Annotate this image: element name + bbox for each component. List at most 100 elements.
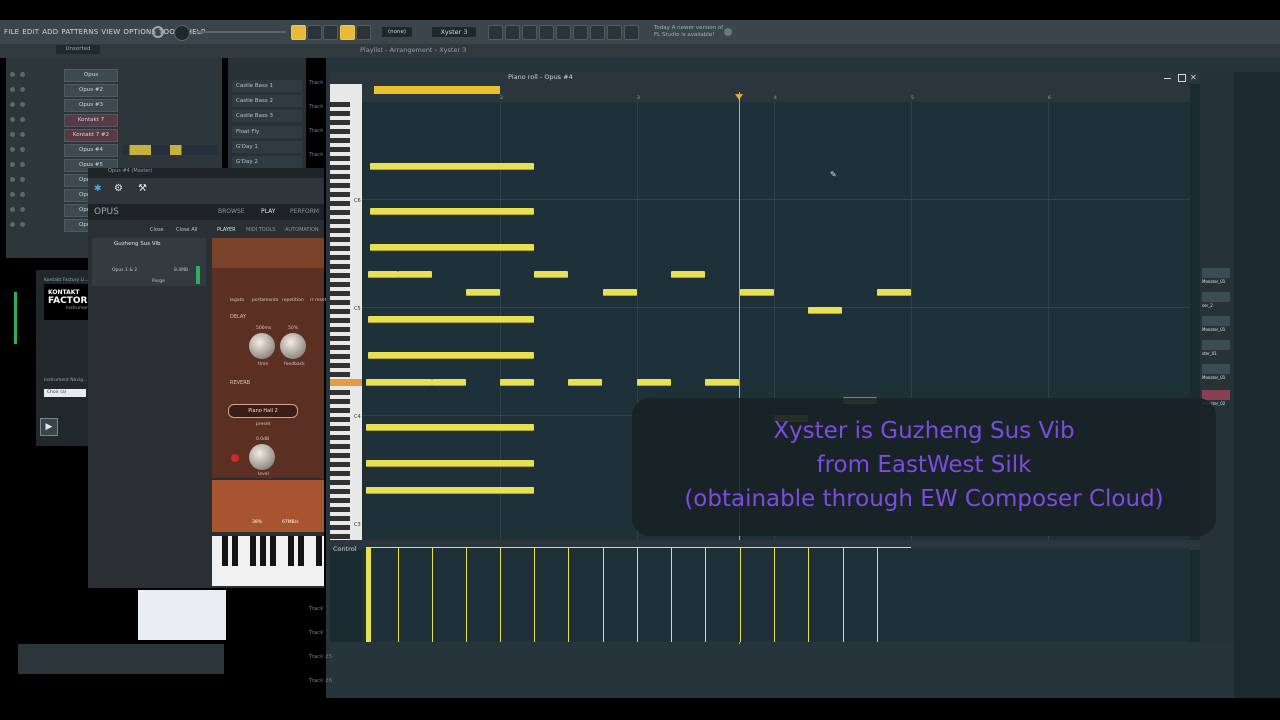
- playhead-marker-icon[interactable]: [735, 94, 743, 100]
- note[interactable]: [366, 487, 534, 494]
- purge-button[interactable]: Purge: [152, 279, 165, 284]
- browser-item[interactable]: Castle Bass 2: [232, 95, 302, 107]
- browser-item[interactable]: G'Day 1: [232, 141, 302, 153]
- black-keys[interactable]: [330, 102, 350, 540]
- maximize-icon[interactable]: [1178, 74, 1186, 82]
- note[interactable]: [671, 271, 705, 278]
- delay-time-knob[interactable]: [249, 333, 275, 359]
- note[interactable]: [637, 379, 671, 386]
- tab-play[interactable]: PLAY: [261, 208, 275, 215]
- note[interactable]: [568, 379, 602, 386]
- update-notice[interactable]: Today A newer version of FL Studio is av…: [654, 25, 723, 39]
- note[interactable]: [366, 424, 534, 431]
- menu-patterns[interactable]: PATTERNS: [61, 28, 98, 36]
- note[interactable]: [534, 271, 568, 278]
- metronome-icon[interactable]: [356, 25, 371, 40]
- mute-led[interactable]: [10, 102, 15, 107]
- black-key[interactable]: [316, 536, 322, 566]
- browser-item[interactable]: Castle Bass 3: [232, 110, 302, 122]
- velocity-bar[interactable]: [466, 548, 467, 642]
- velocity-bar[interactable]: [637, 548, 638, 642]
- tempo-icon[interactable]: [590, 25, 605, 40]
- mute-led[interactable]: [20, 87, 25, 92]
- note[interactable]: [466, 289, 500, 296]
- link-icon[interactable]: [340, 25, 355, 40]
- black-key[interactable]: [232, 536, 238, 566]
- channel-button[interactable]: Kontakt 7 #2: [64, 129, 118, 142]
- audio-clip[interactable]: Monster_01: [1202, 268, 1230, 284]
- channel-name-field[interactable]: Xyster 3: [432, 27, 476, 37]
- velocity-bar[interactable]: [534, 548, 535, 642]
- undo-icon[interactable]: [607, 25, 622, 40]
- note[interactable]: [398, 271, 432, 278]
- mute-led[interactable]: [10, 72, 15, 77]
- redo-icon[interactable]: [624, 25, 639, 40]
- master-pitch-slider[interactable]: [196, 31, 286, 33]
- piano-roll-titlebar[interactable]: [330, 72, 1200, 84]
- playlist-view-icon[interactable]: [488, 25, 503, 40]
- pattern-mode-button[interactable]: [291, 25, 306, 40]
- channel-button[interactable]: Kontakt 7: [64, 114, 118, 127]
- close-all-button[interactable]: Close All: [176, 227, 197, 233]
- piano-roll-view-icon[interactable]: [505, 25, 520, 40]
- note[interactable]: [705, 379, 739, 386]
- mute-led[interactable]: [10, 177, 15, 182]
- velocity-bar[interactable]: [843, 548, 844, 642]
- menu-edit[interactable]: EDIT: [22, 28, 39, 36]
- loop-region[interactable]: [374, 86, 500, 94]
- mute-led[interactable]: [20, 222, 25, 227]
- velocity-bar[interactable]: [705, 548, 706, 642]
- mute-led[interactable]: [10, 147, 15, 152]
- velocity-bar[interactable]: [398, 548, 399, 642]
- velocity-bar[interactable]: [500, 548, 501, 642]
- note[interactable]: [603, 289, 637, 296]
- loaded-instrument-panel[interactable]: Guzheng Sus Vib Opus 1 & 2 Purge 8.4MB: [92, 238, 206, 286]
- reverb-preset-selector[interactable]: Piano Hall 2: [228, 404, 298, 418]
- browser-item[interactable]: Castle Bass 1: [232, 80, 302, 92]
- note[interactable]: [368, 352, 534, 359]
- channel-button[interactable]: Opus #4: [64, 144, 118, 157]
- black-key[interactable]: [270, 536, 276, 566]
- audio-clip[interactable]: Monster_01: [1202, 364, 1230, 380]
- mute-led[interactable]: [20, 207, 25, 212]
- black-key[interactable]: [298, 536, 304, 566]
- channel-button[interactable]: Opus: [64, 69, 118, 82]
- velocity-bar[interactable]: [603, 548, 604, 642]
- black-key[interactable]: [288, 536, 294, 566]
- mute-led[interactable]: [20, 177, 25, 182]
- mute-led[interactable]: [10, 162, 15, 167]
- note[interactable]: [500, 379, 534, 386]
- black-key[interactable]: [260, 536, 266, 566]
- mute-led[interactable]: [20, 102, 25, 107]
- note[interactable]: [740, 289, 774, 296]
- note[interactable]: [432, 379, 466, 386]
- subtab-player[interactable]: PLAYER: [217, 227, 236, 233]
- note[interactable]: [368, 316, 534, 323]
- note[interactable]: [808, 307, 842, 314]
- note[interactable]: [370, 163, 534, 170]
- control-selector[interactable]: Control: [333, 545, 357, 553]
- plugin-gear-icon[interactable]: ⚙: [114, 183, 126, 195]
- mute-led[interactable]: [20, 147, 25, 152]
- note[interactable]: [366, 379, 432, 386]
- channel-button[interactable]: Opus #2: [64, 84, 118, 97]
- velocity-bar[interactable]: [671, 548, 672, 642]
- mute-led[interactable]: [10, 192, 15, 197]
- plugin-picker-icon[interactable]: [556, 25, 571, 40]
- menu-view[interactable]: VIEW: [101, 28, 120, 36]
- note[interactable]: [877, 289, 911, 296]
- black-key[interactable]: [222, 536, 228, 566]
- mute-led[interactable]: [10, 87, 15, 92]
- mute-led[interactable]: [10, 207, 15, 212]
- channel-button[interactable]: Opus #3: [64, 99, 118, 112]
- velocity-bar[interactable]: [740, 548, 741, 642]
- mute-led[interactable]: [10, 117, 15, 122]
- menu-file[interactable]: FILE: [4, 28, 19, 36]
- browser-view-icon[interactable]: [573, 25, 588, 40]
- audio-clip[interactable]: ster_01: [1202, 340, 1230, 356]
- mute-led[interactable]: [20, 117, 25, 122]
- browser-item[interactable]: Float Fly: [232, 126, 302, 138]
- kontakt-mini-keyboard[interactable]: [138, 590, 226, 640]
- channel-rack-view-icon[interactable]: [522, 25, 537, 40]
- plugin-wrench-icon[interactable]: ⚒: [138, 183, 150, 195]
